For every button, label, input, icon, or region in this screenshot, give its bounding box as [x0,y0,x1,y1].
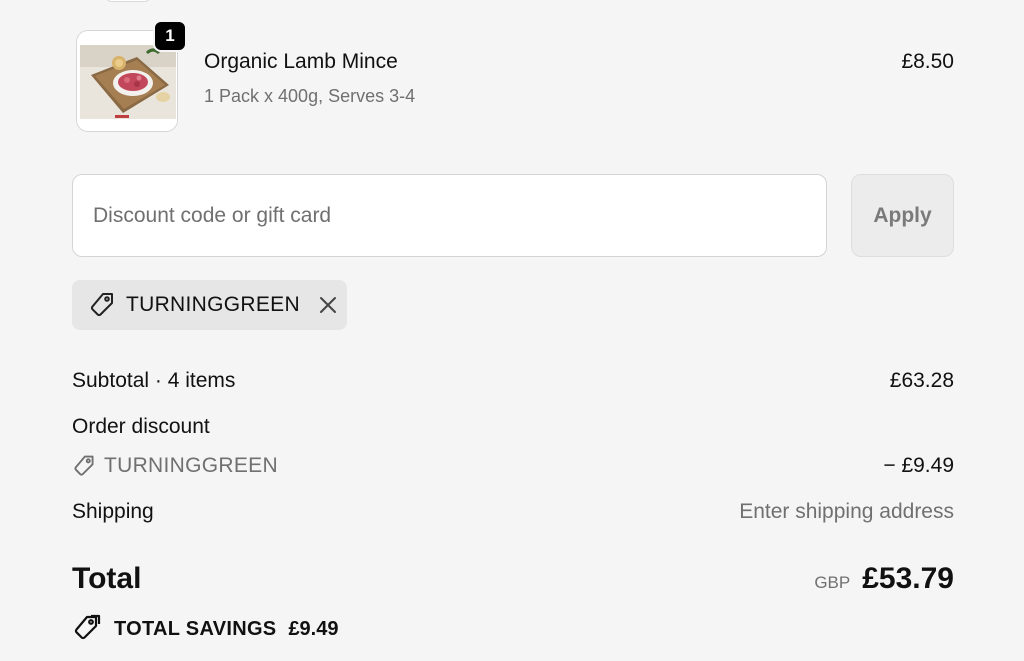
order-summary-page: 1 Organic Lamb Mince 1 Pack x 400g, Serv… [0,0,1024,661]
applied-code-label: TURNINGGREEN [126,293,300,316]
total-amount-group: GBP £53.79 [814,562,954,596]
savings-label: TOTAL SAVINGS [114,617,277,640]
total-currency: GBP [814,573,851,592]
remove-code-button[interactable] [316,293,340,317]
discount-code-line: TURNINGGREEN [72,454,278,478]
total-savings: TOTAL SAVINGS £9.49 [72,614,339,644]
subtotal-label: Subtotal · 4 items [72,369,236,392]
order-discount-label: Order discount [72,415,210,438]
item-price: £8.50 [901,50,954,73]
quantity-badge: 1 [153,20,187,52]
shipping-label: Shipping [72,500,154,523]
discount-value: − £9.49 [883,454,954,477]
item-variant: 1 Pack x 400g, Serves 3-4 [204,86,416,106]
discount-code-label: TURNINGGREEN [104,454,278,477]
applied-discount-chip: TURNINGGREEN [72,280,347,330]
tag-icon [72,454,96,478]
shipping-value: Enter shipping address [739,500,954,523]
apply-button[interactable]: Apply [851,174,954,257]
line-item: 1 Organic Lamb Mince 1 Pack x 400g, Serv… [72,20,954,136]
subtotal-value: £63.28 [889,369,954,392]
total-amount: £53.79 [862,562,954,595]
close-icon [319,297,336,313]
savings-amount: £9.49 [288,617,339,640]
tag-icon [88,291,116,319]
previous-item-thumbnail-edge [104,0,152,2]
total-label: Total [72,562,142,595]
savings-tag-icon [72,614,102,644]
discount-code-input[interactable] [72,174,827,257]
item-name: Organic Lamb Mince [204,50,398,73]
